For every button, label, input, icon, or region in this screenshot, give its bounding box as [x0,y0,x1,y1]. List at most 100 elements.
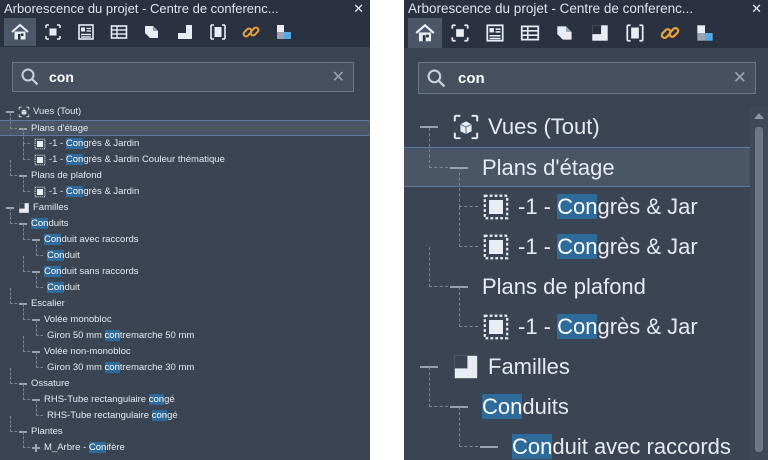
schedule-button[interactable] [103,18,135,46]
search-match: con [148,394,165,405]
search-match: Con [512,434,553,459]
tree-row[interactable]: -1 - Congrès & Jar [404,167,750,227]
views-icon [45,24,61,40]
clear-search-icon[interactable]: ✕ [332,67,345,87]
links-icon [660,26,680,39]
search-input[interactable]: con [458,70,733,87]
expand-icon[interactable] [32,444,40,452]
layouts-button[interactable] [169,18,201,46]
search-box[interactable]: con ✕ [12,62,354,92]
links-button[interactable] [653,18,687,48]
collapse-icon[interactable] [480,438,498,456]
groups-button[interactable] [618,18,652,48]
tree-item-label: Volée non-monobloc [44,344,131,360]
views-button[interactable] [443,18,477,48]
tree-row[interactable]: Conduit avec raccords [404,407,750,460]
scroll-up-arrow-icon[interactable] [754,113,764,119]
assemblies-button[interactable] [268,18,300,46]
tree-row[interactable]: Vues (Tout) [0,104,370,120]
tree-item-label: Conduit avec raccords [44,232,139,248]
label-text: duit sans raccords [61,266,139,277]
tree-row[interactable]: Conduit avec raccords [0,224,370,248]
tree-row[interactable]: Plans d'étage [404,128,750,187]
tree-row[interactable]: Plans de plafond [0,160,370,184]
window-title: Arborescence du projet - Centre de confe… [408,1,694,16]
label-text: grès & Jar [597,314,698,339]
schedule-button[interactable] [513,18,547,48]
tree-guide-line [23,336,30,352]
sheets-button[interactable] [70,18,102,46]
label-text: Escalier [31,298,65,309]
assemblies-button[interactable] [688,18,722,48]
tree-row[interactable]: Conduit sans raccords [0,256,370,280]
close-icon[interactable]: ✕ [751,0,762,17]
search-match: con [104,362,120,373]
tree-item-label: Plantes [31,424,63,440]
views-button[interactable] [37,18,69,46]
tree-row[interactable]: Conduits [404,367,750,427]
tree-row[interactable]: Familles [404,347,750,387]
layouts-button[interactable] [583,18,617,48]
vertical-scrollbar[interactable] [750,107,768,460]
tree-row[interactable]: RHS-Tube rectangulaire congé [0,384,370,408]
tree-row[interactable]: Plans de plafond [404,247,750,307]
home-button[interactable] [408,17,442,48]
tree-row[interactable]: Vues (Tout) [404,107,750,147]
tree-row[interactable]: M_Arbre - Conifère [0,432,370,456]
tree-row[interactable]: Volée monobloc [0,304,370,328]
floor-plan-icon [482,233,510,261]
tree-guide-line [36,400,43,416]
tree-row[interactable]: Volée non-monobloc [0,336,370,360]
search-box[interactable]: con ✕ [418,62,756,94]
home-icon [11,23,29,40]
layouts-icon [178,25,192,39]
sheets-button[interactable] [478,18,512,48]
materials-icon [145,26,158,38]
close-icon[interactable]: ✕ [353,0,364,17]
project-browser-panel-zoomed: Arborescence du projet - Centre de confe… [404,0,768,460]
assemblies-icon [277,25,291,39]
label-text: duits [48,218,69,229]
tree-guide-line [10,113,17,129]
tree-row[interactable]: -1 - Congrès & Jar [404,207,750,267]
materials-button[interactable] [548,18,582,48]
label-text: Plantes [31,426,63,437]
tree-row[interactable]: -1 - Congrès & Jardin [0,176,370,200]
tree-row[interactable]: Conduit [0,240,370,264]
tree-row[interactable]: -1 - Congrès & Jardin Couleur thématique [0,144,370,168]
materials-button[interactable] [136,18,168,46]
tree-row[interactable]: Conduit [0,272,370,296]
tree-row[interactable]: -1 - Congrès & Jar [404,287,750,347]
tree-row[interactable]: Conduits [0,208,370,232]
search-match: Con [557,314,598,339]
label-text: Vues (Tout) [488,114,600,139]
tree-item-label: RHS-Tube rectangulaire congé [44,392,175,408]
search-input[interactable]: con [49,69,332,85]
scrollbar-thumb[interactable] [755,127,763,452]
tree-guide-line [23,384,30,400]
links-button[interactable] [235,18,267,46]
tree-item-label: Conduit avec raccords [512,427,731,460]
tree-row[interactable]: Escalier [0,288,370,312]
tree-row[interactable]: RHS-Tube rectangulaire congé [0,400,370,424]
groups-button[interactable] [202,18,234,46]
label-text: Giron 50 mm [47,330,105,341]
tree-row[interactable]: Giron 50 mm contremarche 50 mm [0,320,370,344]
label-text: -1 - [49,138,66,149]
tree-row[interactable]: -1 - Congrès & Jardin [0,128,370,152]
home-button[interactable] [4,18,36,46]
materials-icon [557,25,572,40]
tree-row[interactable]: Giron 30 mm contremarche 30 mm [0,352,370,376]
tree-item-label: -1 - Congrès & Jar [518,227,698,267]
tree-item-label: Plans de plafond [31,168,102,184]
tree-row[interactable]: Ossature [0,368,370,392]
tree-row[interactable]: Familles [0,200,370,216]
window-title: Arborescence du projet - Centre de confe… [4,1,279,16]
tree-row[interactable]: Plantes [0,416,370,440]
clear-search-icon[interactable]: ✕ [733,68,747,88]
label-text: Plans de plafond [482,274,646,299]
tree-guide-line [429,247,448,287]
tree-item-label: Vues (Tout) [488,107,600,147]
tree-row[interactable]: Plans d'étage [0,113,370,137]
tree-item-label: Plans d'étage [31,121,88,137]
